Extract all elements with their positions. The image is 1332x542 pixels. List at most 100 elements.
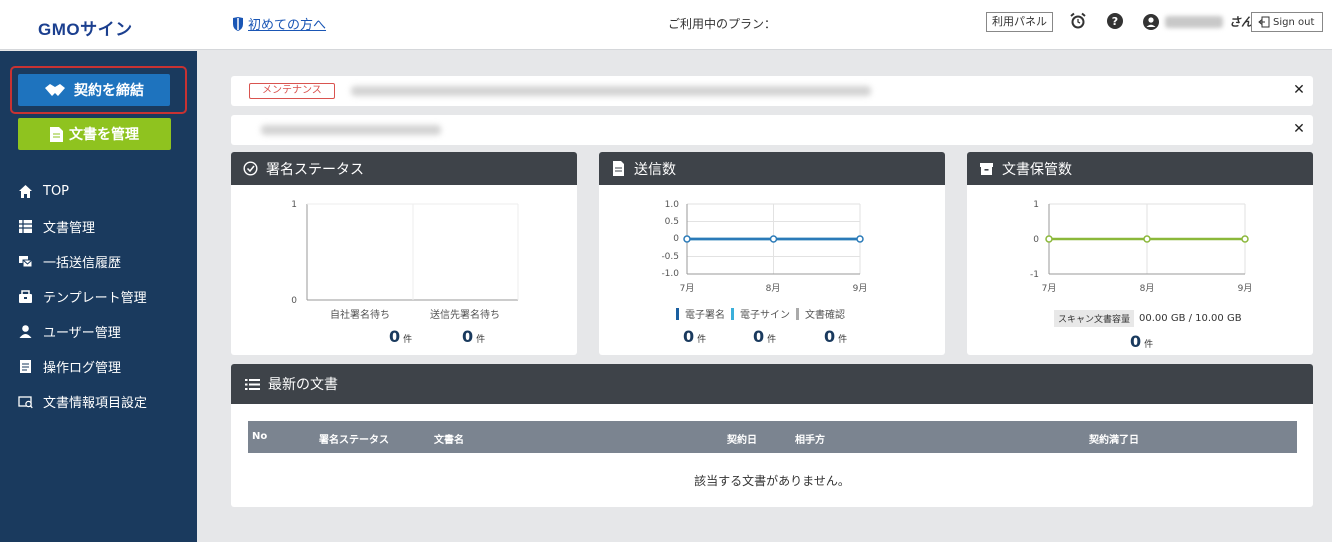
latest-documents-title: 最新の文書 (268, 377, 338, 393)
storage-count: 0件 (1130, 332, 1153, 351)
esign-count-value: 0 (683, 327, 695, 346)
execute-contract-button[interactable]: 契約を締結 (18, 74, 170, 106)
column-header-no[interactable]: No (252, 431, 267, 442)
legend-label: 電子サイン (740, 310, 790, 321)
column-header-counterparty[interactable]: 相手方 (795, 431, 825, 446)
user-avatar-icon (1143, 13, 1159, 30)
usage-panel-button[interactable]: 利用パネル (986, 12, 1053, 32)
contract-button-highlight: 契約を締結 (10, 66, 187, 114)
y-tick-label: -0.5 (661, 252, 679, 262)
sign-out-button[interactable]: Sign out (1251, 12, 1323, 32)
maintenance-tag: メンテナンス (249, 83, 335, 99)
beginner-guide-link[interactable]: 初めての方へ (232, 14, 326, 33)
esign-count: 0件 (683, 327, 706, 346)
legend-swatch (676, 307, 679, 320)
sidebar-item-label: 操作ログ管理 (43, 361, 122, 376)
column-header-contract-date[interactable]: 契約日 (727, 431, 757, 446)
sent-count-header: 送信数 (599, 152, 945, 185)
data-point[interactable] (856, 235, 864, 243)
alarm-clock-icon[interactable] (1069, 12, 1087, 30)
latest-documents-header: 最新の文書 (231, 364, 1313, 404)
notice-text-redacted (351, 86, 871, 96)
manage-documents-label: 文書を管理 (69, 127, 139, 143)
esign2-count-value: 0 (753, 327, 765, 346)
x-tick-label: 9月 (853, 283, 868, 294)
sign-out-label: Sign out (1273, 16, 1315, 28)
count-unit: 件 (403, 335, 413, 345)
help-icon[interactable]: ? (1106, 12, 1124, 30)
x-tick-label: 自社署名待ち (330, 308, 390, 321)
y-tick-label: -1 (1030, 270, 1039, 280)
no-documents-message: 該当する文書がありません。 (694, 474, 850, 488)
beginner-guide-label[interactable]: 初めての方へ (248, 14, 326, 33)
user-menu[interactable]: さん (1143, 13, 1253, 30)
y-tick-label: 1 (291, 200, 297, 210)
esign2-count: 0件 (753, 327, 776, 346)
close-notice-button[interactable]: ✕ (1291, 82, 1307, 98)
count-unit: 件 (767, 335, 777, 345)
scan-capacity-label: スキャン文書容量 (1054, 310, 1135, 327)
shield-icon (233, 16, 243, 31)
document-storage-title: 文書保管数 (1002, 161, 1072, 178)
maintenance-notice: メンテナンス ✕ (231, 76, 1313, 106)
sidebar-item-label: テンプレート管理 (43, 291, 147, 306)
x-tick-label: 7月 (680, 283, 695, 294)
top-header: GMOサイン 初めての方へ ご利用中のプラン： 利用パネル ? さん Sign … (0, 0, 1332, 50)
latest-documents-panel: 最新の文書 No 署名ステータス 文書名 契約日 相手方 契約満了日 該当する文… (231, 364, 1313, 507)
document-storage-header: 文書保管数 (967, 152, 1313, 185)
manage-documents-button[interactable]: 文書を管理 (18, 118, 171, 150)
scan-capacity: スキャン文書容量 00.00 GB / 10.00 GB (1054, 310, 1242, 327)
list-icon (245, 378, 260, 390)
sidebar-item-user-management[interactable]: ユーザー管理 (0, 314, 197, 349)
data-point[interactable] (769, 235, 778, 243)
recipient-pending-value: 0 (462, 327, 474, 346)
user-name-redacted (1165, 15, 1223, 28)
document-icon (613, 161, 624, 176)
sidebar: 契約を締結 文書を管理 TOP 文書管理 一括送信履歴 テンプレート管理 ユーザ… (0, 51, 197, 542)
sidebar-item-template-management[interactable]: テンプレート管理 (0, 279, 197, 314)
sidebar-item-document-management[interactable]: 文書管理 (0, 209, 197, 244)
signature-status-card: 署名ステータス 1 0 自社署名待ち 送信先署名待ち 0件 0件 (231, 152, 577, 355)
signature-status-header: 署名ステータス (231, 152, 577, 185)
x-tick-label: 7月 (1042, 283, 1057, 294)
sent-count-legend: 電子署名 電子サイン 文書確認 (676, 306, 845, 321)
x-tick-label: 8月 (766, 283, 781, 294)
sidebar-item-label: ユーザー管理 (43, 326, 121, 341)
data-point[interactable] (683, 235, 691, 243)
scan-capacity-value: 00.00 GB / 10.00 GB (1139, 313, 1242, 324)
legend-label: 電子署名 (685, 310, 725, 321)
recipient-pending-count: 0件 (462, 327, 485, 346)
legend-label: 文書確認 (805, 310, 845, 321)
gmo-sign-logo[interactable]: GMOサイン (38, 15, 133, 40)
svg-text:?: ? (1112, 15, 1118, 28)
y-tick-label: -1.0 (661, 269, 679, 279)
document-storage-card: 文書保管数 1 0 -1 7月 8月 9月 スキャン文書容量 00.00 GB … (967, 152, 1313, 355)
batch-send-icon (19, 256, 33, 268)
sidebar-item-top[interactable]: TOP (0, 174, 197, 209)
document-storage-chart: 1 0 -1 7月 8月 9月 (1030, 200, 1252, 294)
confirm-count: 0件 (824, 327, 847, 346)
sidebar-item-label: 文書管理 (43, 221, 96, 236)
data-point[interactable] (1143, 235, 1151, 243)
sidebar-item-batch-send-history[interactable]: 一括送信履歴 (0, 244, 197, 279)
column-header-doc-name[interactable]: 文書名 (434, 431, 464, 446)
signature-status-title: 署名ステータス (266, 161, 364, 178)
documents-table-header: No 署名ステータス 文書名 契約日 相手方 契約満了日 (248, 421, 1297, 453)
sidebar-item-doc-info-settings[interactable]: 文書情報項目設定 (0, 384, 197, 419)
table-icon (19, 220, 32, 233)
document-icon (50, 126, 63, 142)
notice-text-redacted (261, 125, 441, 135)
column-header-status[interactable]: 署名ステータス (319, 431, 389, 446)
data-point[interactable] (1241, 235, 1249, 243)
own-pending-count: 0件 (389, 327, 412, 346)
log-icon (20, 360, 31, 373)
column-header-expiry-date[interactable]: 契約満了日 (1089, 431, 1139, 446)
home-icon (19, 185, 32, 198)
close-notice-button[interactable]: ✕ (1291, 121, 1307, 137)
y-tick-label: 0 (291, 296, 297, 306)
sidebar-item-operation-log[interactable]: 操作ログ管理 (0, 349, 197, 384)
confirm-count-value: 0 (824, 327, 836, 346)
user-name-suffix: さん (1229, 15, 1254, 29)
count-unit: 件 (697, 335, 707, 345)
data-point[interactable] (1045, 235, 1053, 243)
